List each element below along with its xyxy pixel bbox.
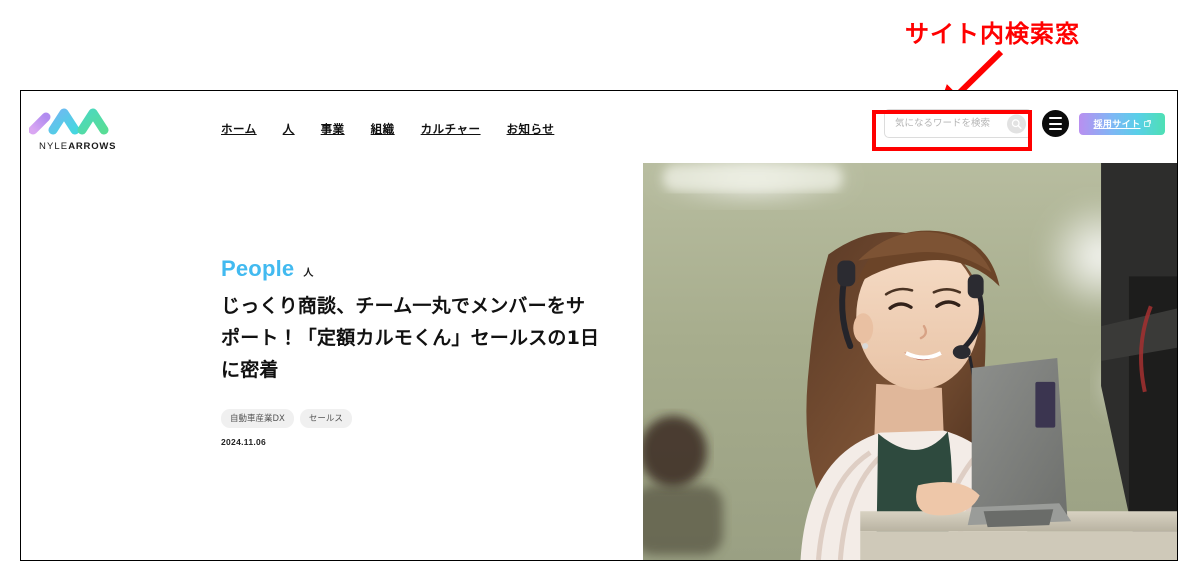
hamburger-bar-3	[1049, 127, 1062, 130]
logo-wordmark-nyle: NYLE	[39, 141, 69, 152]
site-header: NYLEARROWS ホーム 人 事業 組織 カルチャー お知らせ 気になるワー…	[21, 91, 1177, 163]
magnifier-glyph	[1011, 118, 1022, 129]
logo-wordmark: NYLEARROWS	[39, 141, 116, 152]
main-navigation: ホーム 人 事業 組織 カルチャー お知らせ	[221, 117, 554, 141]
nav-organization[interactable]: 組織	[371, 117, 395, 141]
nav-news[interactable]: お知らせ	[507, 117, 555, 141]
nav-business[interactable]: 事業	[321, 117, 345, 141]
external-link-icon	[1143, 120, 1151, 127]
logo-wordmark-arrows: ARROWS	[68, 141, 117, 152]
tag-chip-2[interactable]: セールス	[299, 408, 352, 428]
hero-photo	[643, 157, 1177, 560]
hero-text-block: People 人 じっくり商談、チーム一丸でメンバーをサポート！「定額カルモくん…	[221, 256, 601, 447]
nyle-arrows-logo[interactable]: NYLEARROWS	[28, 105, 139, 152]
site-search-box[interactable]	[884, 109, 1032, 138]
hamburger-menu-icon[interactable]	[1042, 110, 1069, 137]
hamburger-bar-1	[1049, 117, 1062, 120]
hero-category-ja: 人	[303, 268, 314, 279]
hero-publish-date: 2024.11.06	[221, 436, 267, 447]
hero-tag-list: 自動車産業DX セールス	[221, 408, 601, 428]
website-viewport: People 人 じっくり商談、チーム一丸でメンバーをサポート！「定額カルモくん…	[20, 90, 1178, 561]
search-input[interactable]	[885, 109, 1002, 138]
logo-mark-icon	[28, 108, 109, 135]
hamburger-bar-2	[1049, 122, 1062, 125]
hero-photo-illustration	[643, 157, 1177, 560]
tag-chip-1[interactable]: 自動車産業DX	[221, 408, 294, 428]
hero-category-en: People	[221, 256, 295, 281]
annotation-label-site-search: サイト内検索窓	[905, 20, 1080, 48]
recruit-site-button[interactable]: 採用サイト	[1079, 112, 1165, 135]
recruit-site-label: 採用サイト	[1093, 120, 1141, 130]
nav-culture[interactable]: カルチャー	[421, 117, 481, 141]
nav-home[interactable]: ホーム	[221, 117, 257, 141]
hero-category[interactable]: People 人	[221, 256, 601, 282]
hero-article-title[interactable]: じっくり商談、チーム一丸でメンバーをサポート！「定額カルモくん」セールスの1日に…	[221, 291, 601, 387]
header-actions: 採用サイト	[884, 109, 1165, 138]
nav-people[interactable]: 人	[283, 117, 295, 141]
search-icon[interactable]	[1007, 114, 1026, 133]
